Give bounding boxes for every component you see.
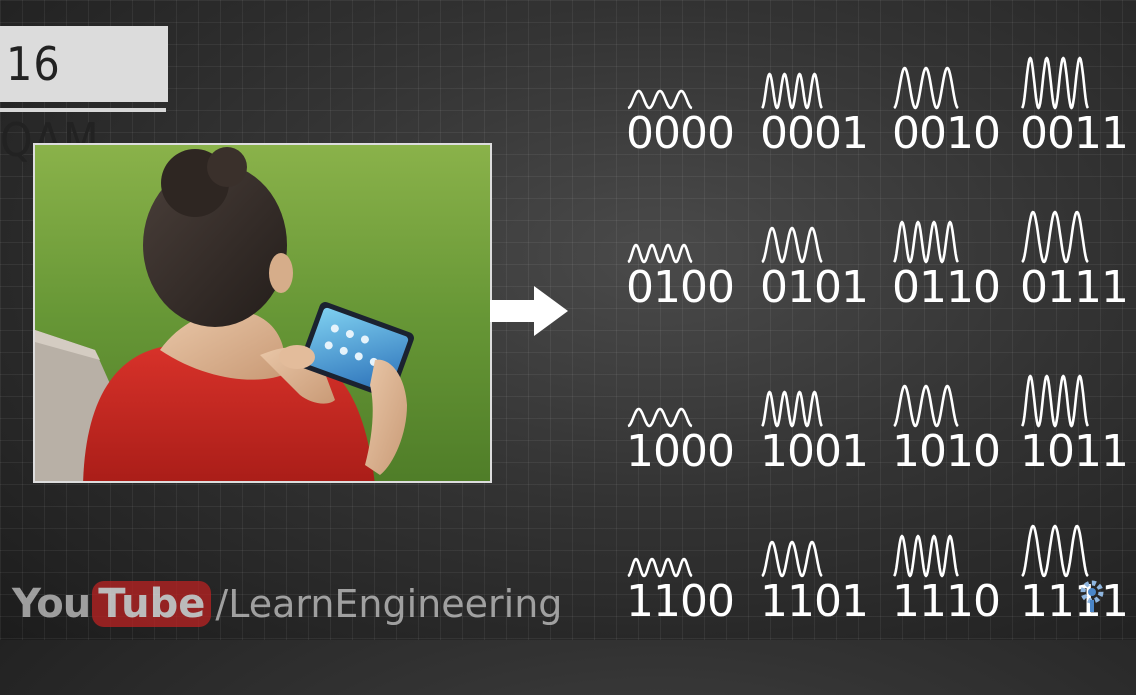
- youtube-logo-tube: Tube: [92, 581, 212, 627]
- qam-symbol-1001: 1001: [754, 388, 874, 528]
- channel-name: /LearnEngineering: [215, 582, 563, 626]
- bit-code-label: 0101: [760, 262, 869, 313]
- qam-symbol-0010: 0010: [886, 64, 1006, 204]
- qam-symbol-0111: 0111: [1014, 208, 1134, 348]
- waveform-1011: [1020, 374, 1090, 428]
- bit-code-label: 1010: [892, 426, 1001, 477]
- waveform-0011: [1020, 56, 1090, 110]
- qam-symbol-0000: 0000: [620, 87, 740, 227]
- arrow-right-icon: [490, 286, 568, 336]
- bit-code-label: 1100: [626, 576, 735, 627]
- bit-code-label: 0001: [760, 108, 869, 159]
- bit-code-label: 0011: [1020, 108, 1129, 159]
- bit-code-label: 0000: [626, 108, 735, 159]
- gear-icon: [1080, 580, 1104, 612]
- qam-symbol-0110: 0110: [886, 218, 1006, 358]
- waveform-1010: [893, 384, 959, 428]
- title-underline: [0, 108, 166, 112]
- bit-code-label: 0100: [626, 262, 735, 313]
- youtube-logo-you: You: [12, 581, 91, 627]
- waveform-0010: [893, 66, 959, 110]
- waveform-1111: [1021, 524, 1089, 578]
- qam-symbol-0101: 0101: [754, 224, 874, 364]
- waveform-0110: [892, 220, 960, 264]
- bit-code-label: 0110: [892, 262, 1001, 313]
- qam-symbol-1010: 1010: [886, 382, 1006, 522]
- qam-symbol-0100: 0100: [620, 241, 740, 381]
- waveform-0111: [1021, 210, 1089, 264]
- bit-code-label: 1101: [760, 576, 869, 627]
- bit-code-label: 0111: [1020, 262, 1129, 313]
- youtube-watermark: You Tube /LearnEngineering: [12, 574, 562, 634]
- qam-symbol-1101: 1101: [754, 538, 874, 678]
- bit-code-label: 1001: [760, 426, 869, 477]
- qam-symbol-1100: 1100: [620, 555, 740, 695]
- qam-symbol-1110: 1110: [886, 532, 1006, 672]
- qam-symbol-1111: 1111: [1014, 522, 1134, 662]
- waveform-1110: [892, 534, 960, 578]
- bit-code-label: 1011: [1020, 426, 1129, 477]
- bit-code-label: 1000: [626, 426, 735, 477]
- qam-symbol-1000: 1000: [620, 405, 740, 545]
- qam-symbol-1011: 1011: [1014, 372, 1134, 512]
- bit-code-label: 1111: [1020, 576, 1129, 627]
- woman-with-phone-illustration: [33, 143, 492, 483]
- title-badge: 16 QAM: [0, 26, 168, 167]
- bit-code-label: 0010: [892, 108, 1001, 159]
- qam-symbol-0011: 0011: [1014, 54, 1134, 194]
- bit-code-label: 1110: [892, 576, 1001, 627]
- qam-symbol-0001: 0001: [754, 70, 874, 210]
